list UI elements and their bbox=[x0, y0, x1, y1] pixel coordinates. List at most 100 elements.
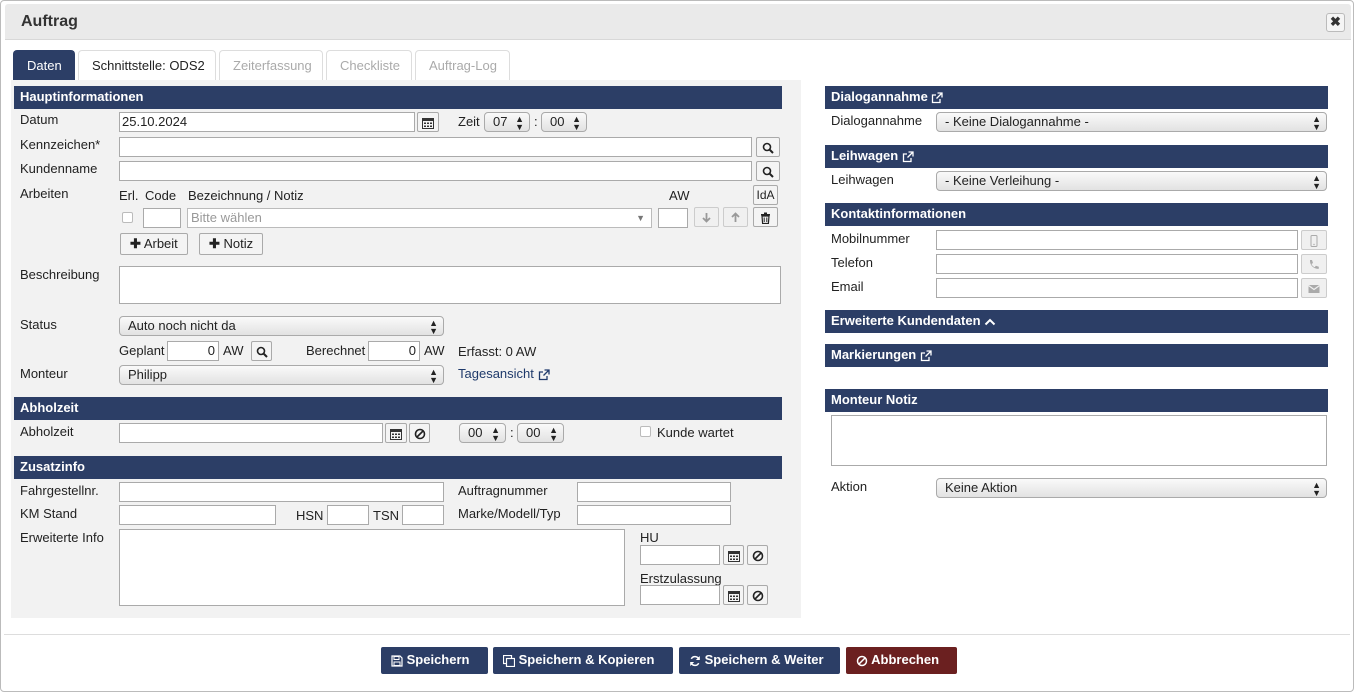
zeit-min-select[interactable]: 00 ▲ ▼ bbox=[541, 112, 587, 132]
fahrgestell-label: Fahrgestellnr. bbox=[20, 483, 99, 498]
save-label: Speichern bbox=[406, 652, 470, 667]
kundenname-input[interactable] bbox=[119, 161, 752, 181]
tab-zeiterfassung: Zeiterfassung bbox=[219, 50, 323, 80]
external-link-icon bbox=[538, 366, 550, 381]
section-zusatzinfo: Zusatzinfo bbox=[14, 456, 782, 479]
section-erweiterte-kundendaten[interactable]: Erweiterte Kundendaten bbox=[825, 310, 1328, 333]
erledigt-checkbox[interactable] bbox=[122, 212, 133, 223]
zeit-hour-value: 07 bbox=[493, 114, 508, 129]
save-next-button[interactable]: Speichern & Weiter bbox=[679, 647, 840, 674]
dialogannahme-title: Dialogannahme bbox=[831, 89, 928, 104]
save-icon bbox=[391, 652, 403, 667]
external-link-icon bbox=[931, 89, 944, 104]
search-icon bbox=[762, 164, 774, 178]
footer-divider bbox=[4, 634, 1350, 635]
hu-label: HU bbox=[640, 530, 659, 545]
fahrgestell-input[interactable] bbox=[119, 482, 444, 502]
tab-daten[interactable]: Daten bbox=[13, 50, 75, 80]
mobilnummer-input[interactable] bbox=[936, 230, 1298, 250]
zeit-hour-select[interactable]: 07 ▲ ▼ bbox=[484, 112, 530, 132]
plus-icon: ✚ bbox=[130, 236, 141, 251]
refresh-icon bbox=[689, 652, 701, 667]
km-input[interactable] bbox=[119, 505, 276, 525]
leihwagen-select[interactable]: - Keine Verleihung - ▲ ▼ bbox=[936, 171, 1327, 191]
save-copy-button[interactable]: Speichern & Kopieren bbox=[493, 647, 673, 674]
mobil-call-button[interactable] bbox=[1301, 230, 1327, 250]
save-button[interactable]: Speichern bbox=[381, 647, 488, 674]
hu-input[interactable] bbox=[640, 545, 720, 565]
aw-input[interactable] bbox=[658, 208, 688, 228]
hu-calendar-button[interactable] bbox=[723, 545, 744, 565]
abholzeit-hour-select[interactable]: 00 ▲ ▼ bbox=[459, 423, 506, 443]
section-leihwagen[interactable]: Leihwagen bbox=[825, 145, 1328, 168]
tab-schnittstelle[interactable]: Schnittstelle: ODS2 bbox=[78, 50, 216, 80]
updown-icon: ▲ ▼ bbox=[572, 114, 581, 132]
section-markierungen[interactable]: Markierungen bbox=[825, 344, 1328, 367]
erstzulassung-clear-button[interactable] bbox=[747, 585, 768, 605]
calendar-icon bbox=[727, 548, 740, 562]
kennzeichen-input[interactable] bbox=[119, 137, 752, 157]
section-monteur-notiz: Monteur Notiz bbox=[825, 389, 1328, 412]
monteur-notiz-textarea[interactable] bbox=[831, 415, 1327, 466]
add-notiz-label: Notiz bbox=[223, 236, 254, 251]
col-aw: AW bbox=[669, 188, 690, 203]
arbeiten-label: Arbeiten bbox=[20, 186, 69, 201]
monteur-select[interactable]: Philipp ▲ ▼ bbox=[119, 365, 444, 385]
aktion-select[interactable]: Keine Aktion ▲ ▼ bbox=[936, 478, 1327, 498]
abholzeit-label: Abholzeit bbox=[20, 424, 74, 439]
kennzeichen-search-button[interactable] bbox=[756, 137, 780, 157]
col-bezeichnung: Bezeichnung / Notiz bbox=[188, 188, 304, 203]
kundenname-search-button[interactable] bbox=[756, 161, 780, 181]
telefon-input[interactable] bbox=[936, 254, 1298, 274]
tab-checkliste: Checkliste bbox=[326, 50, 412, 80]
erweitert-textarea[interactable] bbox=[119, 529, 625, 606]
bezeichnung-select[interactable]: Bitte wählen ▼ bbox=[187, 208, 652, 228]
close-button[interactable]: ✖ bbox=[1326, 13, 1345, 32]
beschreibung-textarea[interactable] bbox=[119, 266, 781, 304]
erweitert-label: Erweiterte Info bbox=[20, 530, 104, 545]
section-dialogannahme[interactable]: Dialogannahme bbox=[825, 86, 1328, 109]
hsn-input[interactable] bbox=[327, 505, 369, 525]
dialogannahme-select[interactable]: - Keine Dialogannahme - ▲ ▼ bbox=[936, 112, 1327, 132]
erstzulassung-calendar-button[interactable] bbox=[723, 585, 744, 605]
move-up-button[interactable] bbox=[723, 207, 748, 227]
abholzeit-calendar-button[interactable] bbox=[385, 423, 407, 443]
auftragnummer-input[interactable] bbox=[577, 482, 731, 502]
abholzeit-min-select[interactable]: 00 ▲ ▼ bbox=[517, 423, 564, 443]
geplant-input[interactable]: 0 bbox=[167, 341, 219, 361]
ida-button[interactable]: IdA bbox=[753, 185, 778, 205]
erstzulassung-input[interactable] bbox=[640, 585, 720, 605]
datum-label: Datum bbox=[20, 112, 59, 127]
add-notiz-button[interactable]: ✚ Notiz bbox=[199, 233, 264, 255]
email-send-button[interactable] bbox=[1301, 278, 1327, 298]
berechnet-input[interactable]: 0 bbox=[368, 341, 420, 361]
telefon-call-button[interactable] bbox=[1301, 254, 1327, 274]
tab-auftrag-log: Auftrag-Log bbox=[415, 50, 510, 80]
delete-row-button[interactable] bbox=[753, 207, 778, 227]
cancel-label: Abbrechen bbox=[871, 652, 940, 667]
external-link-icon bbox=[902, 148, 914, 163]
datum-calendar-button[interactable] bbox=[417, 112, 439, 132]
hu-clear-button[interactable] bbox=[747, 545, 768, 565]
tagesansicht-link[interactable]: Tagesansicht bbox=[458, 366, 550, 381]
move-down-button[interactable] bbox=[694, 207, 719, 227]
marke-input[interactable] bbox=[577, 505, 731, 525]
updown-icon: ▲ ▼ bbox=[1312, 114, 1321, 132]
cancel-button[interactable]: Abbrechen bbox=[846, 647, 957, 674]
external-link-icon bbox=[920, 347, 932, 362]
abholzeit-input[interactable] bbox=[119, 423, 383, 443]
zeit-colon: : bbox=[534, 114, 538, 129]
dialog-title: Auftrag bbox=[21, 13, 78, 30]
geplant-search-button[interactable] bbox=[251, 341, 272, 361]
code-input[interactable] bbox=[143, 208, 181, 228]
kunde-wartet-checkbox[interactable] bbox=[640, 426, 651, 437]
abholzeit-clear-button[interactable] bbox=[409, 423, 430, 443]
tsn-input[interactable] bbox=[402, 505, 444, 525]
dialog-header: Auftrag ✖ bbox=[5, 4, 1351, 40]
email-input[interactable] bbox=[936, 278, 1298, 298]
add-arbeit-button[interactable]: ✚ Arbeit bbox=[120, 233, 188, 255]
status-value: Auto noch nicht da bbox=[128, 318, 236, 333]
abholzeit-colon: : bbox=[510, 425, 514, 440]
status-select[interactable]: Auto noch nicht da ▲ ▼ bbox=[119, 316, 444, 336]
datum-input[interactable]: 25.10.2024 bbox=[119, 112, 415, 132]
